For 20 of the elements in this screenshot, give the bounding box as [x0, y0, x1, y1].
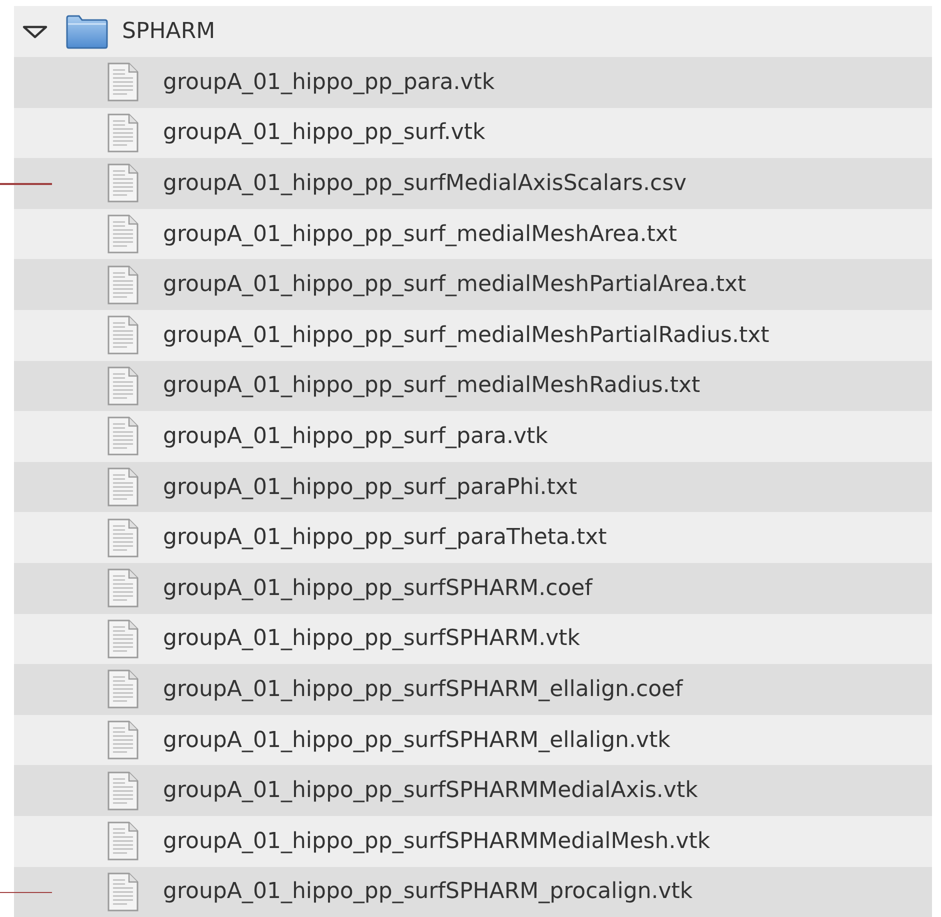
folder-name[interactable]: SPHARM: [122, 15, 216, 48]
text-file-icon: [107, 821, 139, 862]
text-file-icon: [107, 568, 139, 608]
text-file-icon: [107, 669, 139, 710]
text-file-icon: [107, 112, 139, 153]
text-file-icon: [107, 872, 139, 912]
text-file-icon: [107, 214, 139, 254]
text-file-icon: [107, 416, 139, 456]
text-file-icon: [107, 518, 139, 558]
collapse-triangle-icon[interactable]: [22, 24, 48, 38]
text-file-icon: [107, 618, 139, 659]
text-file-icon: [107, 366, 139, 406]
text-file-icon: [107, 62, 139, 102]
text-file-icon: [107, 163, 139, 204]
text-file-icon: [107, 720, 139, 760]
text-file-icon: [107, 467, 139, 508]
text-file-icon: [107, 770, 139, 811]
text-file-icon: [107, 315, 139, 356]
text-file-icon: [107, 264, 139, 305]
folder-icon: [66, 14, 108, 48]
